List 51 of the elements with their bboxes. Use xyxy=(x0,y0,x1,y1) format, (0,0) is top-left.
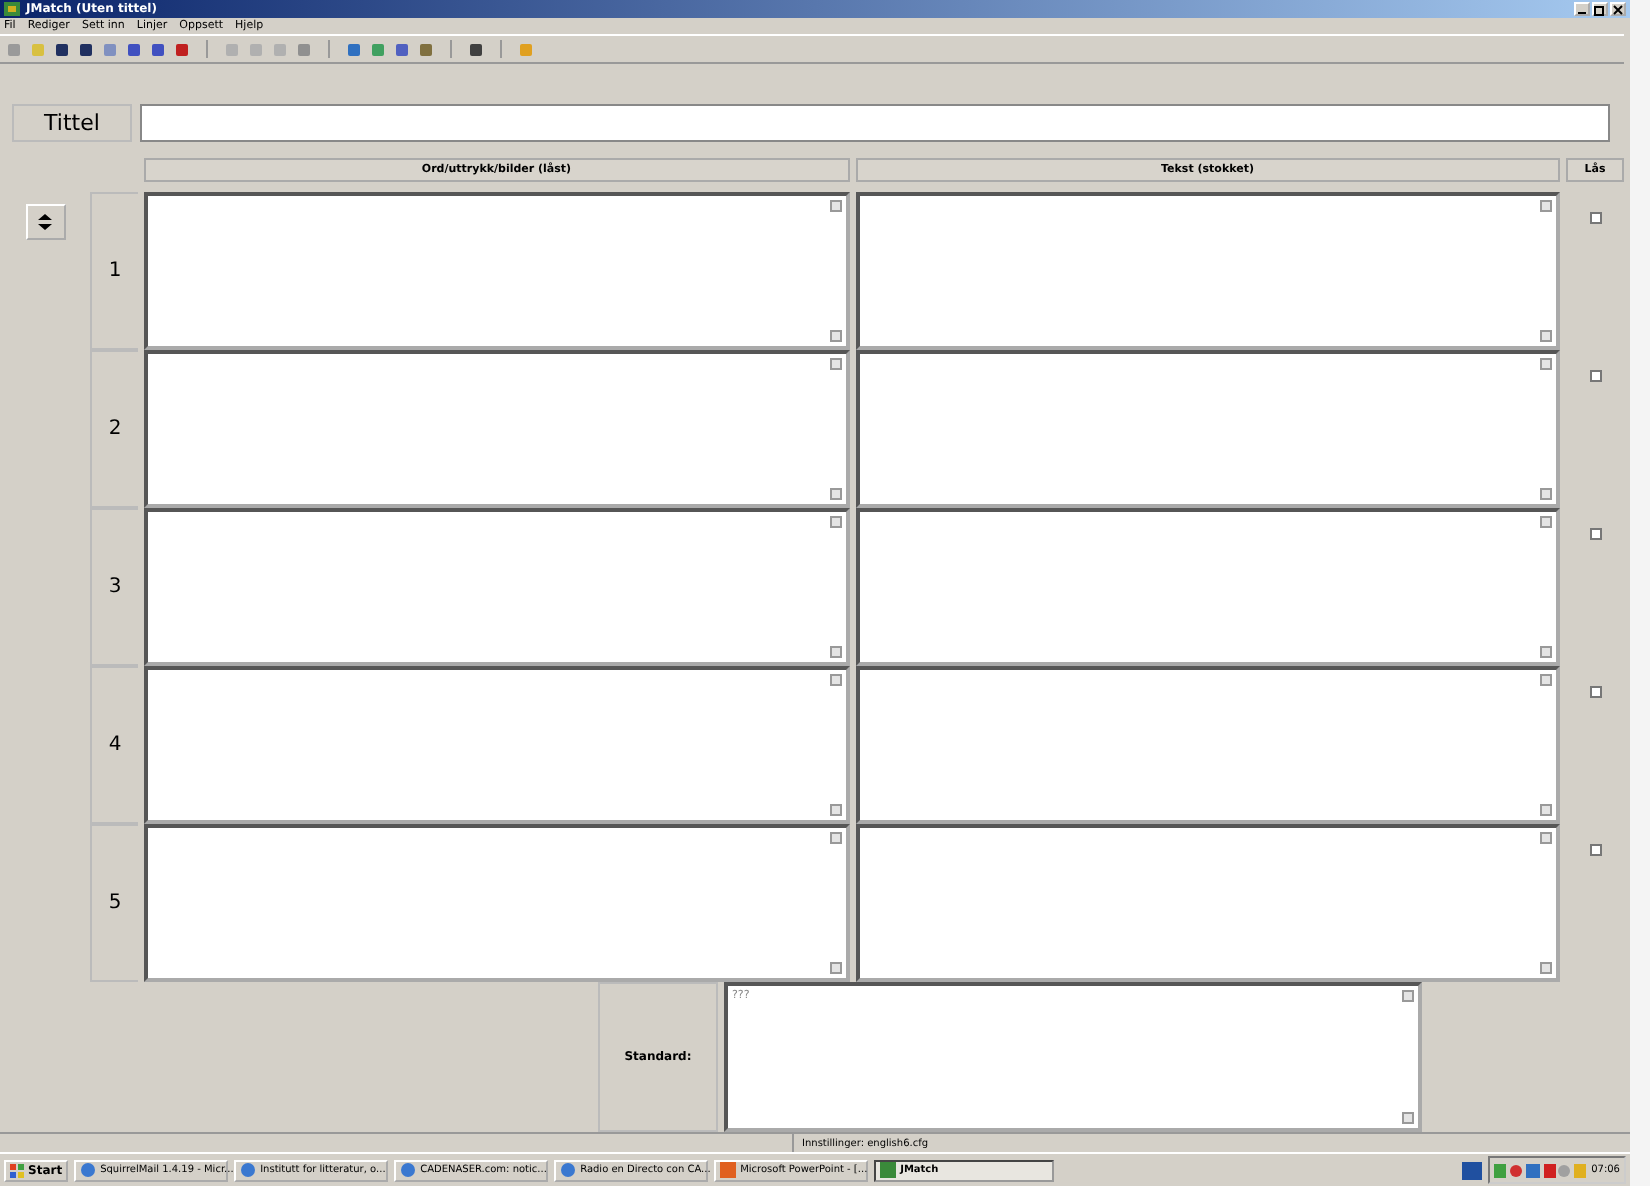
app-icon xyxy=(720,1162,737,1178)
lock-checkbox[interactable] xyxy=(1589,528,1601,540)
row-number: 2 xyxy=(90,350,138,508)
text-area[interactable] xyxy=(855,192,1560,350)
minimize-button[interactable] xyxy=(1574,2,1590,16)
up-down-arrows-icon xyxy=(36,212,54,232)
scrollbar-icon xyxy=(829,200,841,342)
text-area[interactable] xyxy=(144,350,849,508)
scrollbar-icon xyxy=(829,674,841,816)
scrollbar-icon xyxy=(1540,516,1552,658)
scrollbar-icon xyxy=(829,358,841,500)
text-area[interactable] xyxy=(855,824,1560,982)
lock-checkbox[interactable] xyxy=(1589,370,1601,382)
row-number: 3 xyxy=(90,508,138,666)
lock-checkbox[interactable] xyxy=(1589,212,1601,224)
lock-checkbox[interactable] xyxy=(1589,686,1601,698)
title-field[interactable] xyxy=(140,104,1610,142)
scrollbar-icon xyxy=(829,516,841,658)
globe-icon xyxy=(240,1162,257,1178)
globe-icon xyxy=(560,1162,577,1178)
app-icon xyxy=(4,2,20,16)
toolbar-icon[interactable] xyxy=(468,41,484,57)
scrollbar-icon xyxy=(1540,832,1552,974)
lock-checkbox[interactable] xyxy=(1589,844,1601,856)
row-number: 5 xyxy=(90,824,138,982)
text-area[interactable] xyxy=(855,666,1560,824)
reorder-button[interactable] xyxy=(25,204,65,240)
text-area[interactable] xyxy=(855,508,1560,666)
tray-icons-drawing xyxy=(1493,1161,1586,1179)
row-number: 1 xyxy=(90,192,138,350)
scrollbar-icon xyxy=(1540,200,1552,342)
scrollbar-icon xyxy=(1540,358,1552,500)
row-number: 4 xyxy=(90,666,138,824)
title-label: Tittel xyxy=(12,104,132,142)
app-icon xyxy=(880,1162,897,1178)
restore-button[interactable] xyxy=(1592,2,1608,16)
scrollbar-icon xyxy=(1540,674,1552,816)
restore-icon xyxy=(1594,3,1606,15)
text-area[interactable] xyxy=(144,508,849,666)
close-button[interactable] xyxy=(1610,2,1626,16)
text-area[interactable] xyxy=(144,666,849,824)
globe-icon xyxy=(400,1162,417,1178)
text-area[interactable] xyxy=(144,824,849,982)
text-area[interactable] xyxy=(855,350,1560,508)
scrollbar-icon xyxy=(1402,990,1414,1124)
windows-logo-icon xyxy=(10,1163,24,1177)
language-icon[interactable] xyxy=(1461,1161,1482,1179)
globe-icon xyxy=(80,1162,97,1178)
close-icon xyxy=(1612,3,1624,15)
text-area[interactable] xyxy=(144,192,849,350)
scrollbar-icon xyxy=(829,832,841,974)
